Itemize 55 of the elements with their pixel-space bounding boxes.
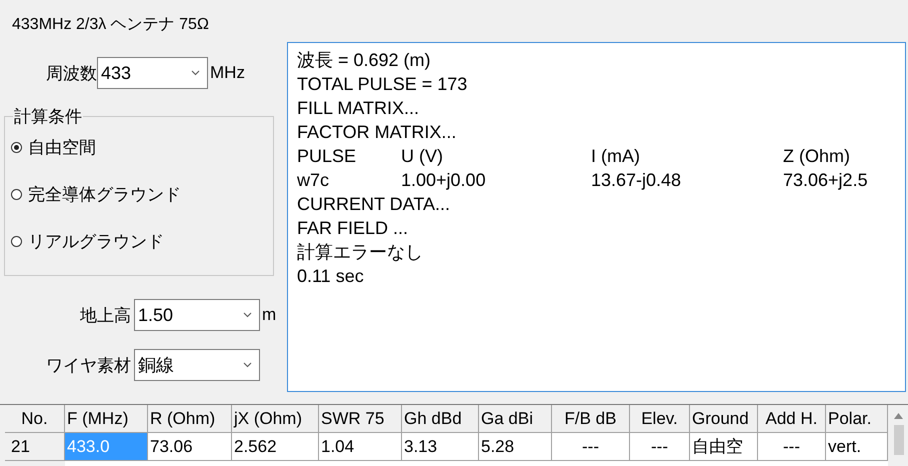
log-cell-text: I (mA): [591, 145, 641, 168]
window-title: 433MHz 2/3λ ヘンテナ 75Ω: [11, 15, 210, 35]
column-header[interactable]: jX (Ohm): [232, 405, 319, 433]
log-cell-text: 13.67-j0.48: [591, 169, 682, 192]
column-header[interactable]: F (MHz): [65, 405, 148, 433]
table-cell[interactable]: 21: [5, 433, 65, 461]
log-line: 0.11 sec: [297, 265, 365, 288]
height-label: 地上高: [79, 304, 131, 326]
table-cell[interactable]: vert.: [826, 433, 888, 461]
log-cell-text: U (V): [401, 145, 444, 168]
caret-icon: [243, 312, 252, 318]
log-line: CURRENT DATA...: [297, 193, 452, 216]
column-header[interactable]: SWR 75: [319, 405, 402, 433]
column-header[interactable]: Gh dBd: [402, 405, 479, 433]
log-cell-text: 1.00+j0.00: [401, 169, 487, 192]
table-cell[interactable]: ---: [552, 433, 630, 461]
log-cell-text: Z (Ohm): [783, 145, 850, 168]
column-header[interactable]: Polar.: [826, 405, 888, 433]
table-cell[interactable]: ---: [758, 433, 826, 461]
table-cell[interactable]: 2.562: [232, 433, 319, 461]
up-arrow-icon: [894, 413, 903, 419]
radio-option[interactable]: 自由空間: [11, 135, 96, 159]
radio-option[interactable]: 完全導体グラウンド: [11, 182, 181, 206]
log-line: FAR FIELD ...: [297, 217, 410, 240]
table-cell[interactable]: 5.28: [479, 433, 552, 461]
column-header[interactable]: Ground: [690, 405, 758, 433]
log-line: FACTOR MATRIX...: [297, 121, 458, 144]
column-header[interactable]: Add H.: [758, 405, 826, 433]
wire-combobox[interactable]: 銅線: [134, 349, 260, 381]
caret-icon: [191, 70, 200, 76]
wire-label: ワイヤ素材: [45, 354, 131, 376]
log-line: 波長 = 0.692 (m): [297, 49, 432, 72]
column-header[interactable]: No.: [5, 405, 65, 433]
log-line: FILL MATRIX...: [297, 97, 420, 120]
column-header[interactable]: Elev.: [630, 405, 690, 433]
table-cell[interactable]: 73.06: [148, 433, 232, 461]
log-cell-text: 73.06+j2.5: [783, 169, 868, 192]
table-cell[interactable]: 自由空: [690, 433, 758, 461]
table-cell[interactable]: 3.13: [402, 433, 479, 461]
caret-icon: [243, 362, 252, 368]
log-line: TOTAL PULSE = 173: [297, 73, 468, 96]
frequency-label: 周波数: [45, 62, 97, 84]
radio-option[interactable]: リアルグラウンド: [11, 229, 164, 253]
unit-label: m: [262, 305, 276, 325]
log-line: 計算エラーなし: [297, 241, 424, 264]
height-combobox[interactable]: 1.50: [134, 299, 260, 331]
unit-label: MHz: [210, 63, 245, 83]
log-cell-text: w7c: [297, 169, 330, 192]
column-header[interactable]: R (Ohm): [148, 405, 232, 433]
table-cell[interactable]: 1.04: [319, 433, 402, 461]
log-cell-text: PULSE: [297, 145, 358, 168]
table-cell[interactable]: ---: [630, 433, 690, 461]
column-header[interactable]: Ga dBi: [479, 405, 552, 433]
frequency-combobox[interactable]: 433: [97, 57, 208, 89]
column-header[interactable]: F/B dB: [552, 405, 630, 433]
